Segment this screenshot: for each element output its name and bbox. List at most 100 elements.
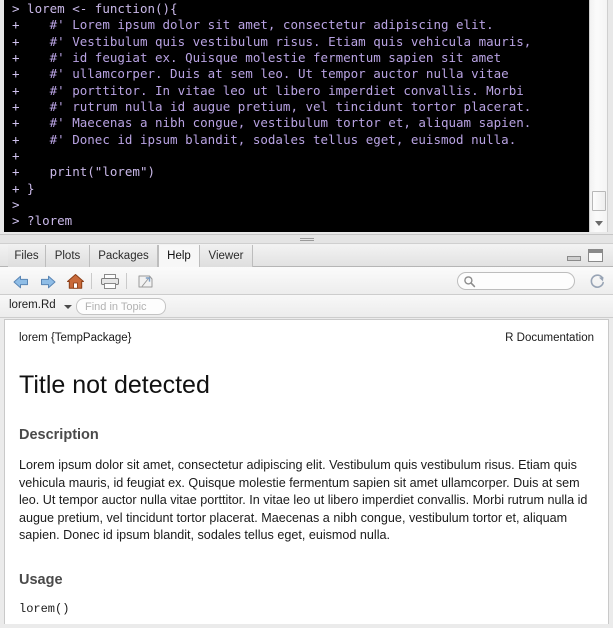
console-prompt: >	[12, 230, 20, 232]
tab-label: Packages	[98, 250, 149, 262]
maximize-panel-button[interactable]	[588, 249, 603, 262]
console-line-text: print("lorem")	[19, 164, 155, 180]
forward-arrow-icon	[41, 275, 56, 288]
console-continuation: +	[12, 148, 20, 164]
console-line-text: #' ullamcorper. Duis at sem leo. Ut temp…	[19, 66, 509, 82]
find-in-topic-input[interactable]	[76, 298, 166, 315]
tab-files[interactable]: Files	[8, 245, 46, 267]
console-line: + print("lorem")	[12, 164, 589, 180]
help-pane: Files Plots Packages Help Viewer lorem.R…	[0, 244, 613, 628]
console-line: >	[12, 230, 589, 232]
console-continuation: +	[12, 164, 20, 180]
console-line-text: ?lorem	[19, 213, 73, 229]
console-continuation: +	[12, 66, 20, 82]
forward-button[interactable]	[37, 271, 59, 292]
console-continuation: +	[12, 50, 20, 66]
topic-file-label[interactable]: lorem.Rd	[9, 299, 56, 311]
console-lines: > lorem <- function(){+ #' Lorem ipsum d…	[12, 1, 589, 232]
tab-packages[interactable]: Packages	[90, 245, 158, 267]
console-line: + #' Maecenas a nibh congue, vestibulum …	[12, 115, 589, 131]
help-document-content: lorem {TempPackage} R Documentation Titl…	[5, 320, 608, 624]
console-prompt: >	[12, 213, 20, 229]
search-icon-box	[463, 275, 476, 288]
print-button[interactable]	[99, 271, 121, 292]
console-prompt: >	[12, 1, 20, 16]
console-line: > lorem <- function(){	[12, 1, 589, 17]
console-line-text: #' Maecenas a nibh congue, vestibulum to…	[19, 115, 532, 131]
console-scroll-down-button[interactable]	[590, 215, 607, 232]
tabstrip: Files Plots Packages Help Viewer	[0, 244, 613, 267]
console-line-text: #' id feugiat ex. Quisque molestie ferme…	[19, 50, 502, 66]
console-continuation: +	[12, 33, 20, 49]
print-icon	[101, 274, 119, 289]
refresh-icon	[590, 274, 604, 288]
rstudio-window: > lorem <- function(){+ #' Lorem ipsum d…	[0, 0, 613, 628]
show-in-new-window-button[interactable]	[134, 271, 156, 292]
console-line: + #' id feugiat ex. Quisque molestie fer…	[12, 50, 589, 66]
home-button[interactable]	[64, 271, 86, 292]
help-search-box[interactable]	[457, 272, 575, 290]
tab-label: Help	[167, 250, 191, 262]
refresh-button[interactable]	[587, 272, 607, 291]
doc-topic-header: lorem {TempPackage} R Documentation	[19, 332, 594, 344]
console-line-text: #' Vestibulum quis vestibulum risus. Eti…	[19, 33, 532, 49]
minimize-panel-button[interactable]	[567, 249, 581, 261]
home-icon	[66, 274, 84, 289]
help-toolbar	[0, 267, 613, 295]
maximize-panel-icon	[588, 249, 603, 262]
tab-label: Plots	[54, 250, 81, 262]
console-line: + #' porttitor. In vitae leo ut libero i…	[12, 83, 589, 99]
search-icon	[464, 276, 476, 288]
console-prompt: >	[12, 197, 20, 213]
help-document-frame[interactable]: lorem {TempPackage} R Documentation Titl…	[4, 319, 609, 624]
tab-help[interactable]: Help	[158, 245, 200, 267]
toolbar-separator-2	[126, 273, 127, 289]
tab-label: Viewer	[208, 250, 244, 262]
console-continuation: +	[12, 17, 20, 33]
help-topic-bar: lorem.Rd	[0, 295, 613, 318]
back-button[interactable]	[10, 271, 32, 292]
console-line: + #' rutrum nulla id augue pretium, vel …	[12, 99, 589, 115]
console-line: > ?lorem	[12, 213, 589, 229]
console-continuation: +	[12, 82, 20, 98]
console-scrollbar-thumb[interactable]	[592, 191, 606, 211]
doc-topic-package: lorem {TempPackage}	[19, 332, 132, 344]
section-heading-usage: Usage	[19, 571, 63, 588]
console-line-text: #' Donec id ipsum blandit, sodales tellu…	[19, 131, 517, 147]
console-output-surface[interactable]: > lorem <- function(){+ #' Lorem ipsum d…	[4, 0, 589, 232]
triangle-down-icon	[594, 221, 603, 226]
console-line: + #' Lorem ipsum dolor sit amet, consect…	[12, 17, 589, 33]
console-continuation: +	[12, 99, 20, 115]
console-line: + #' Donec id ipsum blandit, sodales tel…	[12, 132, 589, 148]
tab-viewer[interactable]: Viewer	[200, 245, 253, 267]
chevron-down-icon[interactable]	[64, 305, 72, 309]
console-line: >	[12, 197, 589, 213]
console-line-text: #' rutrum nulla id augue pretium, vel ti…	[19, 99, 532, 115]
page-title: Title not detected	[19, 371, 210, 399]
console-scrollbar[interactable]	[589, 0, 608, 232]
console-line-text: #' porttitor. In vitae leo ut libero imp…	[19, 82, 524, 98]
console-line: + #' Vestibulum quis vestibulum risus. E…	[12, 34, 589, 50]
section-heading-description: Description	[19, 427, 99, 443]
console-continuation: +	[12, 115, 20, 131]
tab-label: Files	[14, 250, 39, 262]
console-line-text: #' Lorem ipsum dolor sit amet, consectet…	[19, 17, 494, 33]
console-line: +	[12, 148, 589, 164]
help-search-input[interactable]	[478, 274, 574, 290]
description-body-text: Lorem ipsum dolor sit amet, consectetur …	[19, 458, 588, 543]
show-in-new-window-icon	[138, 275, 152, 288]
console-line: + #' ullamcorper. Duis at sem leo. Ut te…	[12, 66, 589, 82]
doc-r-documentation-label: R Documentation	[505, 332, 594, 344]
back-arrow-icon	[13, 275, 28, 288]
console-pane: > lorem <- function(){+ #' Lorem ipsum d…	[0, 0, 613, 234]
console-line: + }	[12, 181, 589, 197]
toolbar-separator	[91, 273, 92, 289]
console-continuation: +	[12, 180, 20, 196]
console-line-text: }	[19, 180, 35, 196]
console-line-text: lorem <- function(){	[19, 1, 178, 16]
tab-plots[interactable]: Plots	[46, 245, 90, 267]
pane-splitter[interactable]	[0, 234, 613, 244]
console-continuation: +	[12, 131, 20, 147]
splitter-grip-icon	[299, 238, 314, 241]
usage-code-block: lorem()	[19, 601, 70, 616]
